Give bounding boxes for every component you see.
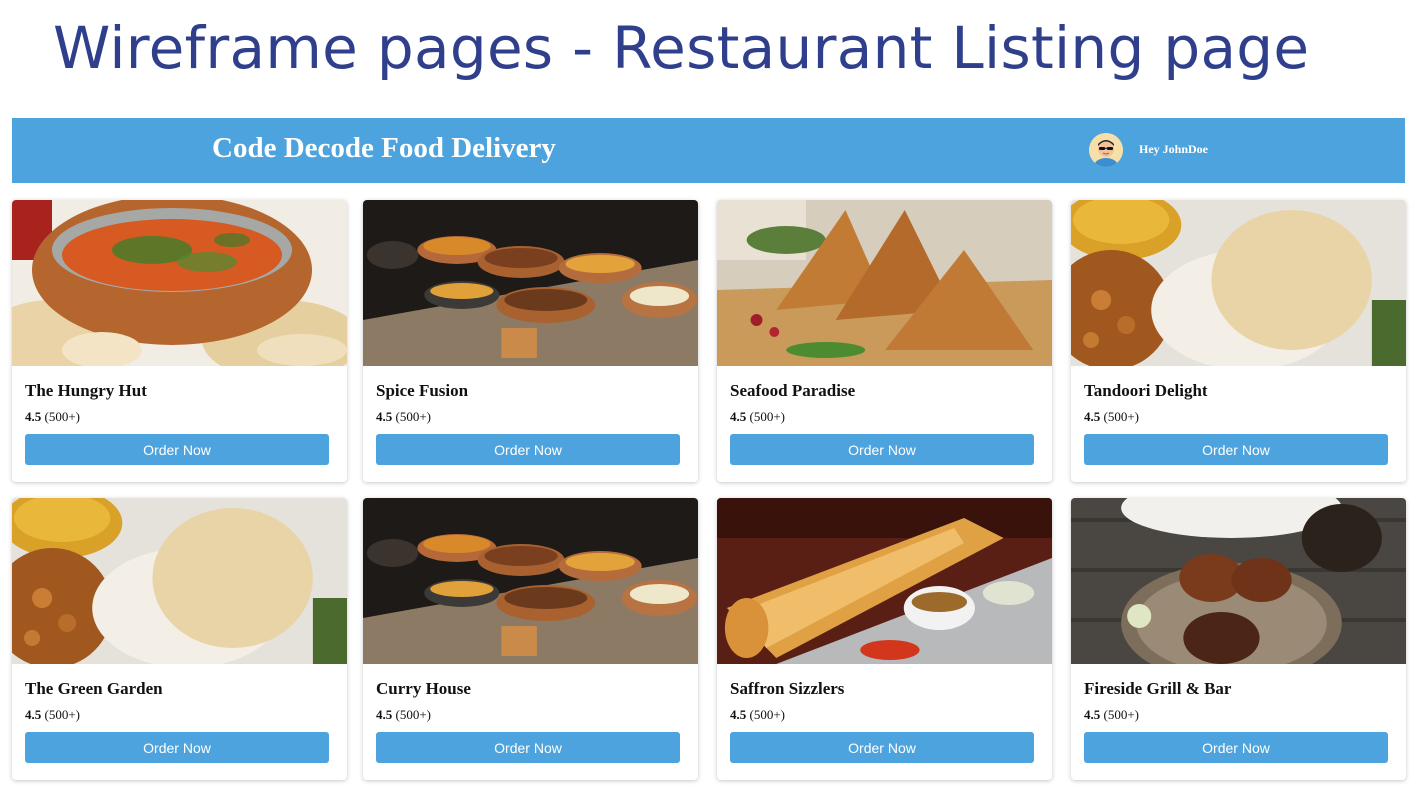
restaurant-card[interactable]: Tandoori Delight 4.5 (500+) Order Now <box>1071 200 1406 482</box>
restaurant-card[interactable]: The Green Garden 4.5 (500+) Order Now <box>12 498 347 780</box>
samosas-image <box>717 200 1052 366</box>
order-now-button[interactable]: Order Now <box>376 434 680 465</box>
order-now-button[interactable]: Order Now <box>25 732 329 763</box>
rating-value: 4.5 <box>730 707 747 722</box>
restaurant-name[interactable]: Tandoori Delight <box>1084 381 1208 401</box>
review-count: (500+) <box>1103 707 1140 722</box>
restaurant-card[interactable]: Curry House 4.5 (500+) Order Now <box>363 498 698 780</box>
rating-value: 4.5 <box>1084 707 1101 722</box>
review-count: (500+) <box>44 409 81 424</box>
order-now-button[interactable]: Order Now <box>1084 732 1388 763</box>
rating-value: 4.5 <box>25 707 42 722</box>
rating-value: 4.5 <box>376 707 393 722</box>
restaurant-name[interactable]: The Hungry Hut <box>25 381 147 401</box>
restaurant-card[interactable]: Spice Fusion 4.5 (500+) Order Now <box>363 200 698 482</box>
restaurant-rating: 4.5 (500+) <box>730 409 785 425</box>
review-count: (500+) <box>44 707 81 722</box>
curry-bowl-naan-image <box>12 200 347 366</box>
review-count: (500+) <box>1103 409 1140 424</box>
order-now-button[interactable]: Order Now <box>25 434 329 465</box>
order-now-button[interactable]: Order Now <box>376 732 680 763</box>
restaurant-rating: 4.5 (500+) <box>1084 707 1139 723</box>
pav-bhaji-image <box>1071 498 1406 664</box>
restaurant-name[interactable]: Seafood Paradise <box>730 381 855 401</box>
restaurant-card[interactable]: Seafood Paradise 4.5 (500+) Order Now <box>717 200 1052 482</box>
restaurant-name[interactable]: Fireside Grill & Bar <box>1084 679 1231 699</box>
order-now-button[interactable]: Order Now <box>730 732 1034 763</box>
rating-value: 4.5 <box>1084 409 1101 424</box>
restaurant-rating: 4.5 (500+) <box>25 409 80 425</box>
slide-title: Wireframe pages - Restaurant Listing pag… <box>53 14 1310 82</box>
order-now-button[interactable]: Order Now <box>730 434 1034 465</box>
review-count: (500+) <box>749 707 786 722</box>
user-greeting[interactable]: Hey JohnDoe <box>1139 142 1208 157</box>
copper-pots-buffet-image <box>363 498 698 664</box>
dal-papad-thali-image <box>12 498 347 664</box>
restaurant-rating: 4.5 (500+) <box>730 707 785 723</box>
restaurant-card[interactable]: Saffron Sizzlers 4.5 (500+) Order Now <box>717 498 1052 780</box>
restaurant-rating: 4.5 (500+) <box>376 409 431 425</box>
restaurant-name[interactable]: Saffron Sizzlers <box>730 679 844 699</box>
masala-dosa-image <box>717 498 1052 664</box>
rating-value: 4.5 <box>730 409 747 424</box>
review-count: (500+) <box>749 409 786 424</box>
restaurant-rating: 4.5 (500+) <box>1084 409 1139 425</box>
rating-value: 4.5 <box>25 409 42 424</box>
user-avatar-icon[interactable] <box>1089 133 1123 167</box>
restaurant-card[interactable]: Fireside Grill & Bar 4.5 (500+) Order No… <box>1071 498 1406 780</box>
order-now-button[interactable]: Order Now <box>1084 434 1388 465</box>
review-count: (500+) <box>395 707 432 722</box>
restaurant-rating: 4.5 (500+) <box>376 707 431 723</box>
review-count: (500+) <box>395 409 432 424</box>
restaurant-card[interactable]: The Hungry Hut 4.5 (500+) Order Now <box>12 200 347 482</box>
rating-value: 4.5 <box>376 409 393 424</box>
restaurant-name[interactable]: Spice Fusion <box>376 381 468 401</box>
dal-papad-thali-image <box>1071 200 1406 366</box>
restaurant-name[interactable]: The Green Garden <box>25 679 163 699</box>
restaurant-rating: 4.5 (500+) <box>25 707 80 723</box>
restaurant-name[interactable]: Curry House <box>376 679 471 699</box>
copper-pots-buffet-image <box>363 200 698 366</box>
app-header: Code Decode Food Delivery Hey JohnDoe <box>12 118 1405 183</box>
brand-title[interactable]: Code Decode Food Delivery <box>212 132 556 165</box>
